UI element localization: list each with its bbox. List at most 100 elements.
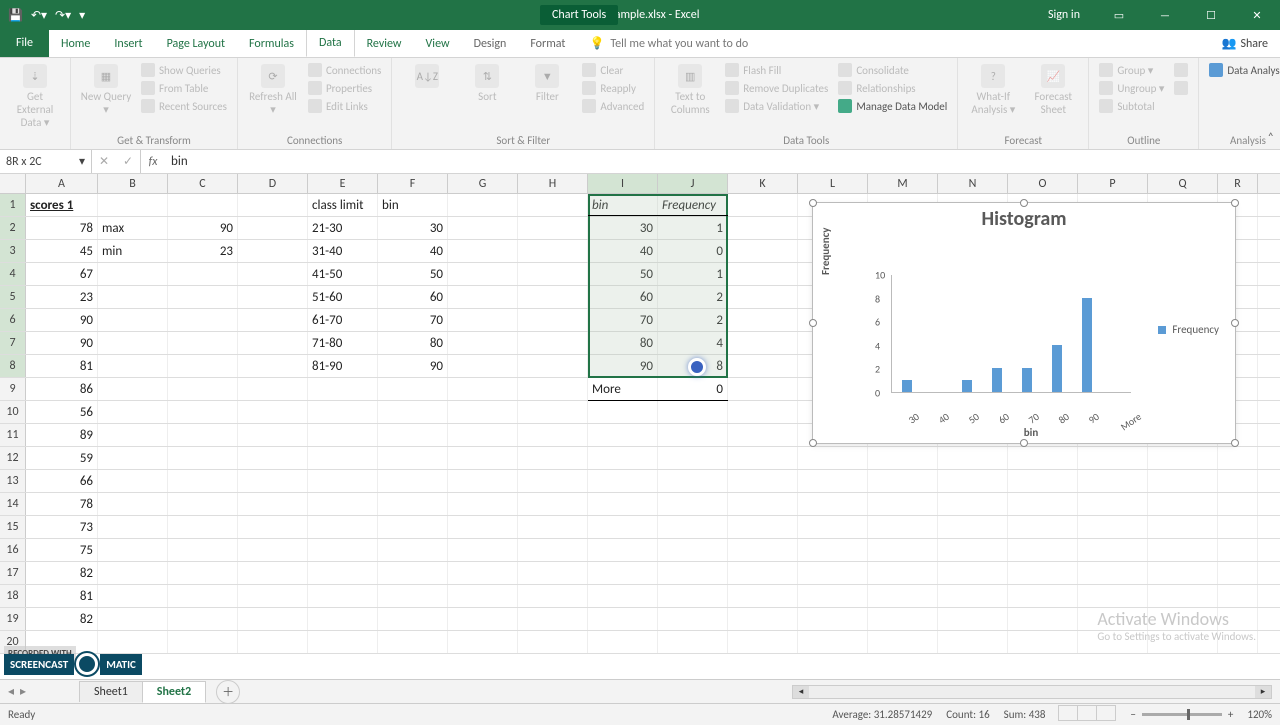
sheet-nav-first-icon[interactable]: ◂ — [8, 684, 14, 699]
tab-file[interactable]: File — [0, 29, 49, 57]
column-header-G[interactable]: G — [448, 174, 518, 193]
tab-data[interactable]: Data — [306, 29, 355, 57]
sign-in-link[interactable]: Sign in — [1048, 8, 1080, 22]
cell-E10[interactable] — [308, 401, 378, 423]
cell-I6[interactable]: 70 — [588, 309, 658, 331]
cell-O16[interactable] — [1008, 539, 1078, 561]
cell-F5[interactable]: 60 — [378, 286, 448, 308]
cell-L12[interactable] — [798, 447, 868, 469]
cell-E18[interactable] — [308, 585, 378, 607]
row-header-11[interactable]: 11 — [0, 424, 26, 446]
cell-Q18[interactable] — [1148, 585, 1218, 607]
chevron-down-icon[interactable]: ▾ — [79, 154, 85, 169]
cell-I1[interactable]: bin — [588, 194, 658, 216]
redo-icon[interactable]: ↷▾ — [55, 8, 71, 23]
row-header-19[interactable]: 19 — [0, 608, 26, 630]
cell-G16[interactable] — [448, 539, 518, 561]
data-analysis-button[interactable]: Data Analysis — [1207, 62, 1280, 78]
cell-A3[interactable]: 45 — [26, 240, 98, 262]
properties-button[interactable]: Properties — [306, 80, 383, 96]
cell-J14[interactable] — [658, 493, 728, 515]
cell-D14[interactable] — [238, 493, 308, 515]
sheet-tab-sheet1[interactable]: Sheet1 — [79, 681, 143, 702]
cell-G4[interactable] — [448, 263, 518, 285]
cell-R16[interactable] — [1218, 539, 1258, 561]
cell-C17[interactable] — [168, 562, 238, 584]
cell-J6[interactable]: 2 — [658, 309, 728, 331]
cell-K12[interactable] — [728, 447, 798, 469]
row-header-5[interactable]: 5 — [0, 286, 26, 308]
column-header-F[interactable]: F — [378, 174, 448, 193]
cell-G6[interactable] — [448, 309, 518, 331]
cell-I13[interactable] — [588, 470, 658, 492]
cell-H6[interactable] — [518, 309, 588, 331]
formula-input[interactable]: bin — [165, 150, 1280, 173]
cell-O19[interactable] — [1008, 608, 1078, 630]
group-button[interactable]: Group ▾ — [1097, 62, 1166, 78]
cell-B9[interactable] — [98, 378, 168, 400]
tell-me-input[interactable]: 💡Tell me what you want to do — [577, 30, 760, 57]
undo-icon[interactable]: ↶▾ — [31, 8, 47, 23]
cell-G14[interactable] — [448, 493, 518, 515]
cell-E3[interactable]: 31-40 — [308, 240, 378, 262]
cell-J2[interactable]: 1 — [658, 217, 728, 239]
cell-C1[interactable] — [168, 194, 238, 216]
what-if-button[interactable]: ?What-If Analysis ▾ — [966, 62, 1020, 116]
cell-D16[interactable] — [238, 539, 308, 561]
row-header-12[interactable]: 12 — [0, 447, 26, 469]
hide-detail-icon[interactable] — [1172, 80, 1190, 96]
column-header-E[interactable]: E — [308, 174, 378, 193]
cell-Q20[interactable] — [1148, 631, 1218, 653]
cell-P18[interactable] — [1078, 585, 1148, 607]
cell-C3[interactable]: 23 — [168, 240, 238, 262]
cell-N18[interactable] — [938, 585, 1008, 607]
row-header-18[interactable]: 18 — [0, 585, 26, 607]
recent-sources-button[interactable]: Recent Sources — [139, 98, 229, 114]
cell-D15[interactable] — [238, 516, 308, 538]
cell-O12[interactable] — [1008, 447, 1078, 469]
cell-E6[interactable]: 61-70 — [308, 309, 378, 331]
cell-D9[interactable] — [238, 378, 308, 400]
cell-M19[interactable] — [868, 608, 938, 630]
cell-B18[interactable] — [98, 585, 168, 607]
cell-O18[interactable] — [1008, 585, 1078, 607]
row-header-17[interactable]: 17 — [0, 562, 26, 584]
cell-A1[interactable]: scores 1 — [26, 194, 98, 216]
cell-D17[interactable] — [238, 562, 308, 584]
cell-E14[interactable] — [308, 493, 378, 515]
cell-D3[interactable] — [238, 240, 308, 262]
cell-R14[interactable] — [1218, 493, 1258, 515]
row-header-16[interactable]: 16 — [0, 539, 26, 561]
flash-fill-button[interactable]: Flash Fill — [723, 62, 830, 78]
cell-B5[interactable] — [98, 286, 168, 308]
cell-K8[interactable] — [728, 355, 798, 377]
cell-M20[interactable] — [868, 631, 938, 653]
bar-90[interactable] — [1082, 298, 1092, 392]
cell-K15[interactable] — [728, 516, 798, 538]
collapse-ribbon-icon[interactable]: ˄ — [1268, 131, 1274, 145]
cell-C14[interactable] — [168, 493, 238, 515]
cell-I3[interactable]: 40 — [588, 240, 658, 262]
close-icon[interactable]: ✕ — [1234, 0, 1280, 30]
cell-L16[interactable] — [798, 539, 868, 561]
cell-R19[interactable] — [1218, 608, 1258, 630]
share-button[interactable]: 👥Share — [1209, 30, 1280, 57]
row-header-13[interactable]: 13 — [0, 470, 26, 492]
cell-D10[interactable] — [238, 401, 308, 423]
cell-G17[interactable] — [448, 562, 518, 584]
cell-C4[interactable] — [168, 263, 238, 285]
column-header-I[interactable]: I — [588, 174, 658, 193]
cell-D19[interactable] — [238, 608, 308, 630]
cell-G13[interactable] — [448, 470, 518, 492]
cell-J9[interactable]: 0 — [658, 378, 728, 400]
cell-C18[interactable] — [168, 585, 238, 607]
reapply-button[interactable]: Reapply — [580, 80, 646, 96]
tab-home[interactable]: Home — [49, 31, 102, 57]
cell-J4[interactable]: 1 — [658, 263, 728, 285]
cell-H11[interactable] — [518, 424, 588, 446]
cell-D11[interactable] — [238, 424, 308, 446]
cell-K9[interactable] — [728, 378, 798, 400]
row-header-8[interactable]: 8 — [0, 355, 26, 377]
cell-J13[interactable] — [658, 470, 728, 492]
cell-E7[interactable]: 71-80 — [308, 332, 378, 354]
